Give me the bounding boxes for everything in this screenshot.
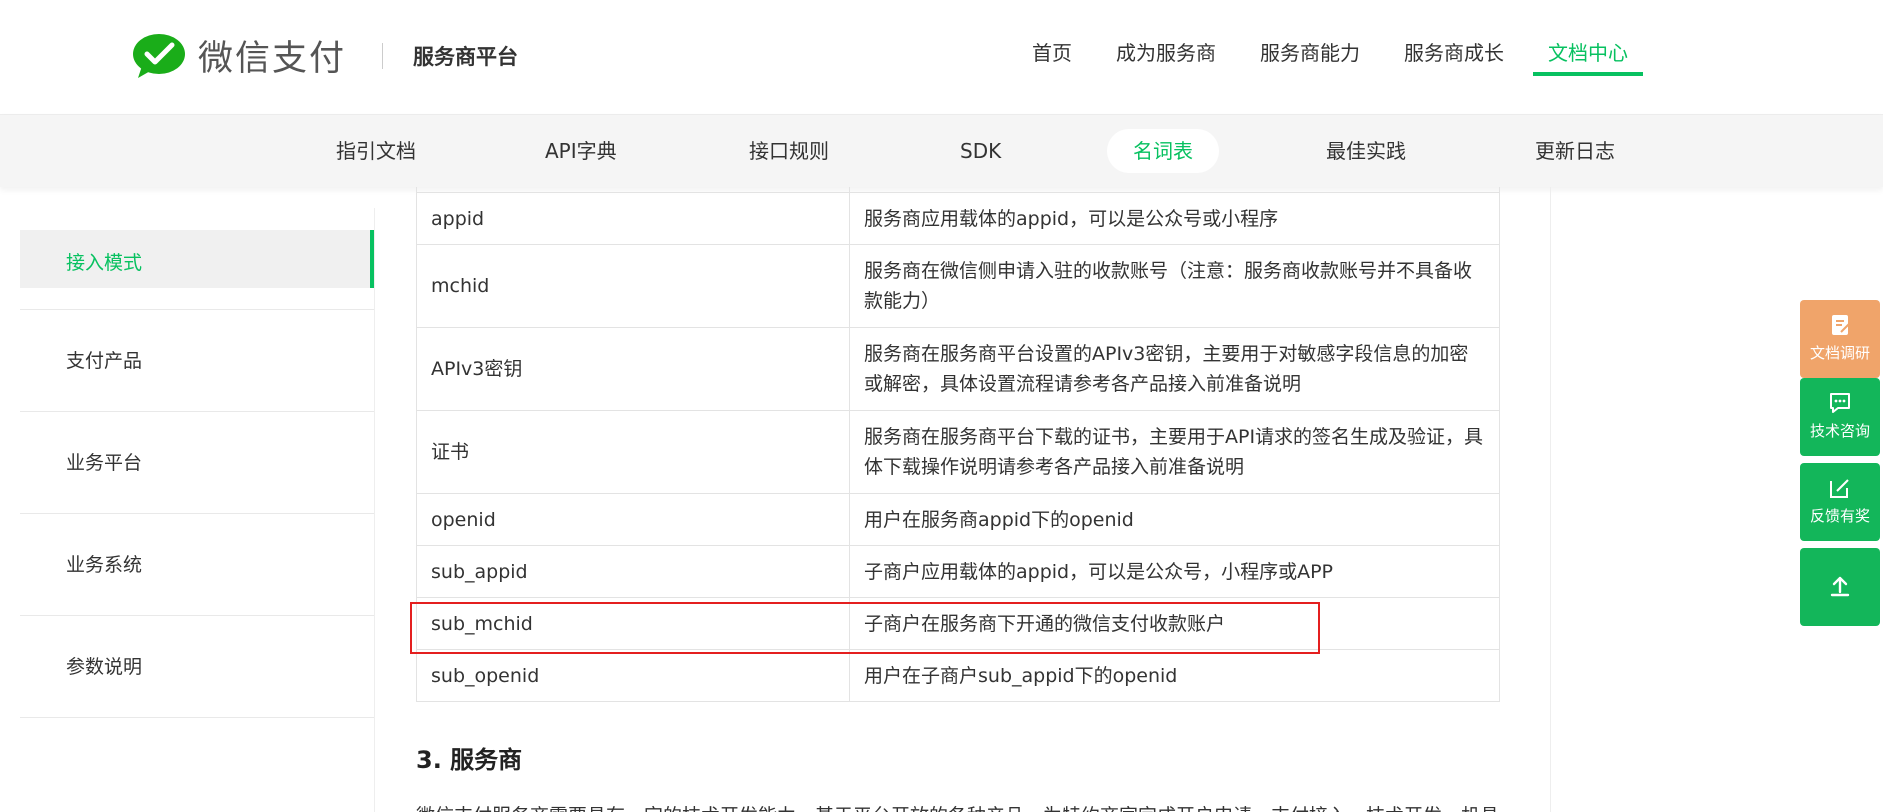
brand-logo[interactable]: 微信支付 服务商平台	[132, 30, 518, 81]
desc-cell: 用户在服务商appid下的openid	[849, 493, 1500, 546]
glossary-table: appid 服务商应用载体的appid，可以是公众号或小程序 mchid 服务商…	[416, 187, 1500, 702]
term-cell: openid	[416, 493, 850, 546]
tab-sdk[interactable]: SDK	[934, 129, 1027, 173]
table-row: sub_appid 子商户应用载体的appid，可以是公众号，小程序或APP	[416, 545, 1500, 598]
back-to-top-button[interactable]	[1800, 548, 1880, 626]
term-cell: APIv3密钥	[416, 327, 850, 411]
term-cell: sub_openid	[416, 649, 850, 702]
nav-home[interactable]: 首页	[1010, 0, 1094, 114]
table-row: sub_mchid 子商户在服务商下开通的微信支付收款账户	[416, 597, 1500, 650]
sidebar-item-label: 业务平台	[66, 452, 143, 474]
sidebar-item-access-mode[interactable]: 接入模式	[20, 208, 374, 310]
tab-guide-docs[interactable]: 指引文档	[310, 129, 442, 173]
platform-name: 服务商平台	[413, 44, 519, 69]
desc-cell: 服务商在服务商平台设置的APIv3密钥，主要用于对敏感字段信息的加密或解密，具体…	[849, 327, 1500, 411]
sidebar-item-parameters[interactable]: 参数说明	[20, 616, 374, 718]
desc-cell: 服务商在服务商平台下载的证书，主要用于API请求的签名生成及验证，具体下载操作说…	[849, 410, 1500, 494]
section-paragraph: 微信支付服务商需要具有一定的技术开发能力，基于平台开放的各种产品，为特约商家完成…	[416, 796, 1506, 812]
desc-cell: 子商户应用载体的appid，可以是公众号，小程序或APP	[849, 545, 1500, 598]
top-header: 微信支付 服务商平台 首页 成为服务商 服务商能力 服务商成长 文档中心	[0, 0, 1883, 115]
doc-survey-button[interactable]: 文档调研	[1800, 300, 1880, 378]
feedback-edit-icon	[1830, 479, 1849, 498]
sidebar-item-payment-products[interactable]: 支付产品	[20, 310, 374, 412]
sidebar-divider	[374, 208, 375, 812]
sidebar-item-label: 支付产品	[66, 350, 143, 372]
tab-glossary[interactable]: 名词表	[1107, 129, 1219, 173]
tab-api-rules[interactable]: 接口规则	[723, 129, 855, 173]
nav-provider-capability[interactable]: 服务商能力	[1238, 0, 1382, 114]
table-row: APIv3密钥 服务商在服务商平台设置的APIv3密钥，主要用于对敏感字段信息的…	[416, 327, 1500, 411]
desc-cell: 服务商在微信侧申请入驻的收款账号（注意：服务商收款账号并不具备收款能力）	[849, 244, 1500, 328]
table-row: openid 用户在服务商appid下的openid	[416, 493, 1500, 546]
tab-changelog[interactable]: 更新日志	[1509, 129, 1641, 173]
tech-consult-button[interactable]: 技术咨询	[1800, 378, 1880, 456]
feedback-label: 反馈有奖	[1809, 507, 1870, 525]
brand-name: 微信支付	[198, 39, 347, 79]
wechat-pay-logo-icon	[133, 33, 185, 78]
tab-best-practice[interactable]: 最佳实践	[1300, 129, 1432, 173]
sidebar: 接入模式 支付产品 业务平台 业务系统 参数说明	[20, 208, 374, 718]
content-right-divider	[1550, 187, 1551, 812]
nav-become-provider[interactable]: 成为服务商	[1094, 0, 1238, 114]
top-nav: 首页 成为服务商 服务商能力 服务商成长 文档中心	[1010, 0, 1650, 114]
doc-subnav: 指引文档 API字典 接口规则 SDK 名词表 最佳实践 更新日志	[0, 115, 1883, 187]
section-heading: 3. 服务商	[416, 746, 523, 774]
chat-bubble-icon	[1830, 393, 1850, 413]
term-cell: appid	[416, 192, 850, 245]
term-cell: 证书	[416, 410, 850, 494]
sidebar-item-business-platform[interactable]: 业务平台	[20, 412, 374, 514]
edit-doc-icon	[1832, 315, 1850, 335]
table-row: appid 服务商应用载体的appid，可以是公众号或小程序	[416, 192, 1500, 245]
sidebar-item-business-system[interactable]: 业务系统	[20, 514, 374, 616]
term-cell: mchid	[416, 244, 850, 328]
term-cell: sub_mchid	[416, 597, 850, 650]
desc-cell: 用户在子商户sub_appid下的openid	[849, 649, 1500, 702]
feedback-button[interactable]: 反馈有奖	[1800, 463, 1880, 541]
survey-label: 文档调研	[1809, 344, 1870, 362]
table-row: 证书 服务商在服务商平台下载的证书，主要用于API请求的签名生成及验证，具体下载…	[416, 410, 1500, 494]
consult-label: 技术咨询	[1809, 422, 1870, 440]
logo-divider	[382, 42, 384, 69]
tab-api-dictionary[interactable]: API字典	[519, 129, 643, 173]
nav-doc-center[interactable]: 文档中心	[1526, 0, 1650, 114]
sidebar-item-label: 接入模式	[66, 252, 143, 274]
arrow-up-icon	[1830, 576, 1850, 597]
table-row: sub_openid 用户在子商户sub_appid下的openid	[416, 649, 1500, 702]
nav-provider-growth[interactable]: 服务商成长	[1382, 0, 1526, 114]
term-cell: sub_appid	[416, 545, 850, 598]
sidebar-item-label: 参数说明	[66, 656, 143, 678]
desc-cell: 子商户在服务商下开通的微信支付收款账户	[849, 597, 1500, 650]
desc-cell: 服务商应用载体的appid，可以是公众号或小程序	[849, 192, 1500, 245]
sidebar-item-label: 业务系统	[66, 554, 143, 576]
table-row: mchid 服务商在微信侧申请入驻的收款账号（注意：服务商收款账号并不具备收款能…	[416, 244, 1500, 328]
